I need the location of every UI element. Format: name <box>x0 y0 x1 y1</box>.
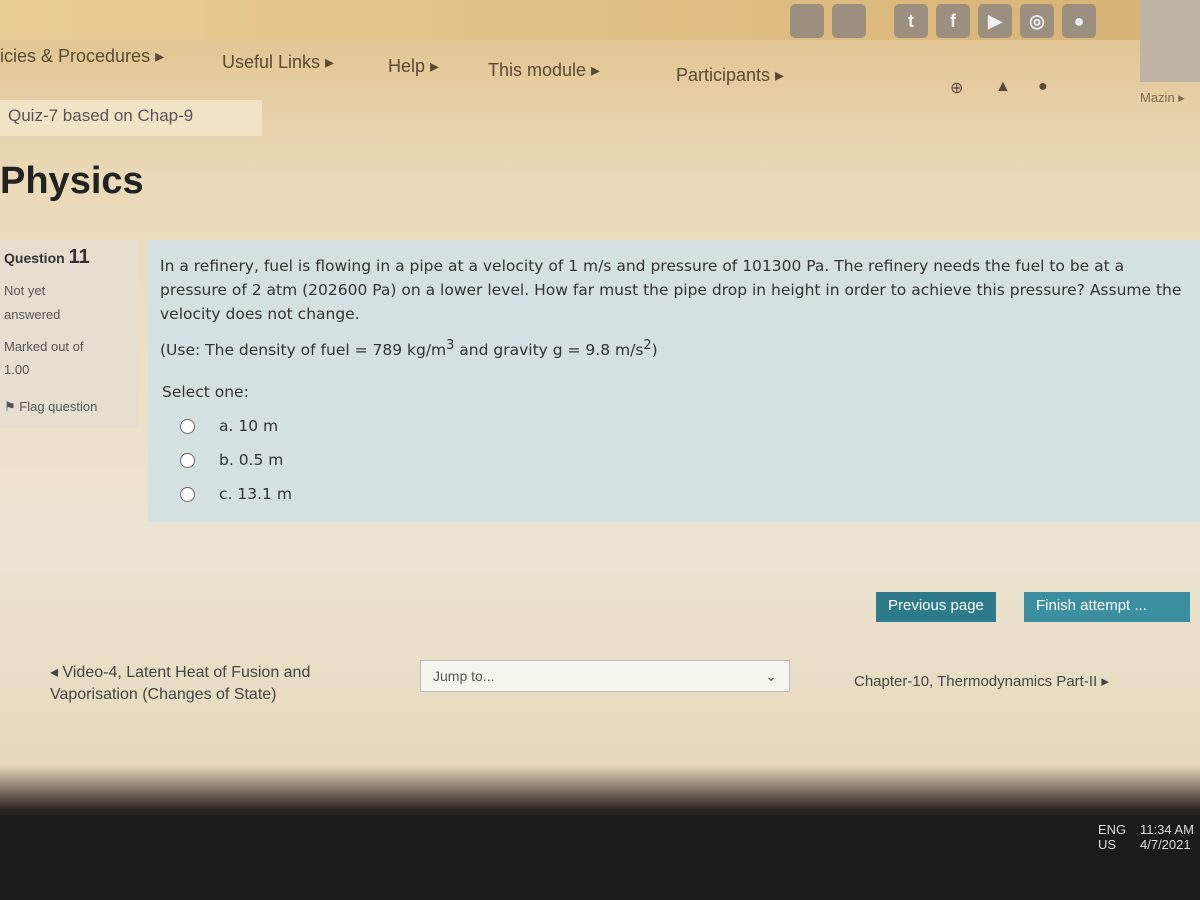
option-a-label: a. 10 m <box>219 417 279 436</box>
nav-this-module[interactable]: This module ▸ <box>488 60 600 81</box>
download-icon[interactable]: ⊕ <box>950 78 963 98</box>
radio-a[interactable] <box>180 418 195 434</box>
android-icon[interactable] <box>832 4 866 38</box>
avatar[interactable] <box>1140 0 1200 82</box>
finish-attempt-button[interactable]: Finish attempt ... <box>1024 592 1190 622</box>
language[interactable]: ENG US <box>1098 822 1126 852</box>
social-links: tf ▶ ◎ ● <box>790 4 1096 38</box>
sup2: 2 <box>643 338 652 353</box>
apple-icon[interactable] <box>790 4 824 38</box>
question-label: Question <box>4 250 65 266</box>
previous-page-button[interactable]: Previous page <box>876 592 996 622</box>
option-a[interactable]: a. 10 m <box>180 414 1188 438</box>
option-c-label: c. 13.1 m <box>219 485 292 504</box>
lang: ENG <box>1098 822 1127 837</box>
clock[interactable]: 11:34 AM 4/7/2021 <box>1140 822 1194 852</box>
question-text: In a refinery, fuel is flowing in a pipe… <box>160 257 1182 323</box>
hint-c: ) <box>651 341 658 360</box>
mark-value: 1.00 <box>4 362 30 377</box>
flag-label: Flag question <box>19 399 98 414</box>
question-hint: (Use: The density of fuel = 789 kg/m3 an… <box>160 334 1188 362</box>
radio-b[interactable] <box>180 452 195 468</box>
date: 4/7/2021 <box>1140 837 1191 852</box>
taskbar <box>0 815 1200 900</box>
jump-to-select[interactable]: Jump to... ⌄ <box>420 660 790 692</box>
radio-c[interactable] <box>180 486 195 502</box>
chevron-down-icon: ⌄ <box>765 668 777 684</box>
instagram-icon[interactable]: ◎ <box>1020 4 1054 38</box>
option-c[interactable]: c. 13.1 m <box>180 482 1188 506</box>
question-info: Question 11 Not yet answered Marked out … <box>0 240 138 428</box>
chat-icon[interactable]: ● <box>1038 78 1048 96</box>
option-b-label: b. 0.5 m <box>219 451 284 470</box>
nav-participants[interactable]: Participants ▸ <box>676 65 784 86</box>
user-menu[interactable]: Mazin ▸ <box>1140 90 1185 106</box>
youtube-icon[interactable]: ▶ <box>978 4 1012 38</box>
nav-useful-links[interactable]: Useful Links ▸ <box>222 52 334 73</box>
globe-icon[interactable]: ● <box>1062 4 1096 38</box>
select-one: Select one: <box>162 383 249 402</box>
question-box: In a refinery, fuel is flowing in a pipe… <box>148 240 1200 522</box>
flag-question[interactable]: ⚑ Flag question <box>4 399 134 415</box>
nav-help[interactable]: Help ▸ <box>388 56 439 77</box>
breadcrumb[interactable]: Quiz-7 based on Chap-9 <box>0 100 262 136</box>
region: US <box>1098 837 1117 852</box>
jump-label: Jump to... <box>433 668 495 684</box>
next-activity-link[interactable]: Chapter-10, Thermodynamics Part-II ▸ <box>854 672 1109 690</box>
option-b[interactable]: b. 0.5 m <box>180 448 1188 472</box>
nav-policies[interactable]: icies & Procedures ▸ <box>0 46 164 67</box>
page-title: Physics <box>0 160 144 202</box>
marked-label: Marked out of <box>4 339 84 354</box>
facebook-icon[interactable]: f <box>936 4 970 38</box>
time: 11:34 AM <box>1140 822 1194 837</box>
twitter-icon[interactable]: t <box>894 4 928 38</box>
previous-activity-link[interactable]: ◂ Video-4, Latent Heat of Fusion and Vap… <box>50 662 370 706</box>
status: Not yet answered <box>4 283 61 322</box>
hint-a: (Use: The density of fuel = 789 kg/m <box>160 341 447 360</box>
bell-icon[interactable]: ▲ <box>995 78 1011 96</box>
question-number: 11 <box>68 246 90 268</box>
hint-b: and gravity g = 9.8 m/s <box>454 341 644 360</box>
